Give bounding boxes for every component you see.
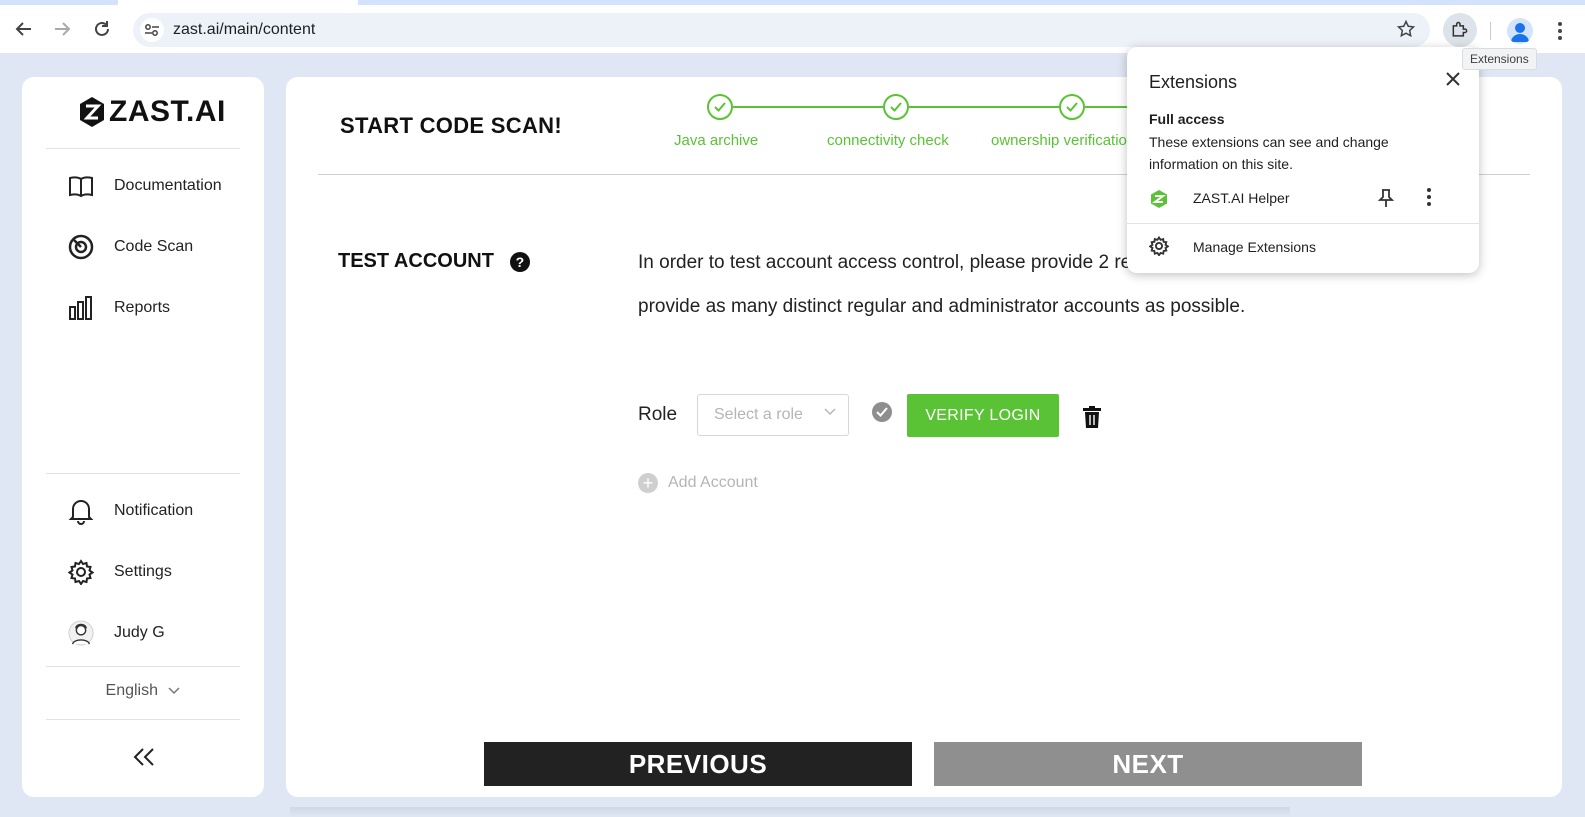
double-chevron-left-icon — [133, 748, 154, 766]
extensions-popup: Extensions Full access These extensions … — [1127, 47, 1479, 273]
sidebar-item-notification[interactable]: Notification — [68, 493, 193, 529]
profile-avatar[interactable] — [1507, 18, 1533, 44]
logo-text: ZAST.AI — [109, 95, 226, 128]
pin-icon[interactable] — [1377, 188, 1395, 208]
puzzle-icon — [1452, 21, 1468, 37]
sidebar-item-label: Notification — [114, 502, 194, 519]
bar-chart-icon — [68, 295, 94, 321]
sidebar-item-label: Code Scan — [114, 238, 194, 255]
add-account-button[interactable]: + Add Account — [638, 473, 758, 493]
reload-icon — [95, 21, 109, 36]
site-info-button[interactable] — [140, 18, 164, 42]
sidebar-divider — [46, 148, 240, 149]
sidebar-item-documentation[interactable]: Documentation — [68, 168, 222, 204]
step-label-ownership-verification: ownership verificatio — [991, 132, 1127, 149]
step-connector — [733, 106, 895, 108]
step-check-icon — [707, 94, 733, 120]
sidebar-divider — [46, 473, 240, 474]
previous-button[interactable]: PREVIOUS — [484, 742, 912, 786]
language-selector[interactable]: English — [22, 682, 264, 700]
sidebar: ZAST.AI Documentation Code Scan Reports … — [22, 77, 264, 797]
back-arrow-icon — [15, 22, 31, 36]
gear-icon — [1149, 236, 1169, 256]
chevron-down-icon — [168, 687, 180, 695]
sidebar-item-label: Settings — [114, 563, 172, 580]
add-account-label: Add Account — [668, 474, 758, 491]
verify-login-button[interactable]: VERIFY LOGIN — [907, 394, 1059, 437]
sidebar-divider — [46, 666, 240, 667]
reload-button[interactable] — [88, 15, 116, 43]
logo[interactable]: ZAST.AI — [78, 95, 226, 129]
step-label-java-archive: Java archive — [674, 132, 759, 149]
zast-logo-icon — [80, 97, 104, 127]
step-label-connectivity-check: connectivity check — [827, 132, 949, 149]
extensions-title: Extensions — [1149, 72, 1238, 92]
toolbar-separator — [1490, 22, 1491, 40]
forward-button[interactable] — [48, 15, 76, 43]
sidebar-divider — [46, 719, 240, 720]
manage-extensions-label: Manage Extensions — [1193, 239, 1316, 255]
url-text[interactable]: zast.ai/main/content — [173, 21, 315, 39]
browser-menu-button[interactable] — [1550, 19, 1570, 43]
full-access-description: These extensions can see and change info… — [1149, 134, 1389, 172]
check-circle-icon — [872, 402, 892, 422]
zast-helper-icon — [1151, 190, 1167, 208]
popup-divider — [1127, 223, 1479, 224]
section-title: TEST ACCOUNT ? — [338, 250, 530, 273]
plus-circle-icon: + — [638, 473, 658, 493]
scan-icon — [68, 234, 94, 260]
forward-arrow-icon — [55, 22, 71, 36]
person-icon — [1511, 23, 1529, 42]
step-connector — [909, 106, 1071, 108]
sidebar-item-label: Judy G — [114, 624, 165, 641]
extension-name: ZAST.AI Helper — [1193, 190, 1290, 206]
chevron-down-icon — [824, 408, 836, 415]
section-title-text: TEST ACCOUNT — [338, 250, 494, 272]
more-vert-icon — [1558, 22, 1562, 40]
book-icon — [68, 173, 94, 199]
next-button[interactable]: NEXT — [934, 742, 1362, 786]
extensions-button[interactable] — [1443, 13, 1477, 47]
bell-icon — [68, 498, 94, 525]
sidebar-item-profile[interactable]: Judy G — [68, 615, 165, 651]
role-select[interactable]: Select a role — [697, 394, 849, 436]
bottom-shadow — [290, 807, 1290, 817]
tune-icon — [145, 24, 159, 36]
sidebar-item-reports[interactable]: Reports — [68, 290, 170, 326]
sidebar-item-label: Reports — [114, 299, 171, 316]
extension-item-zast-helper[interactable]: ZAST.AI Helper — [1149, 187, 1459, 211]
page-title: START CODE SCAN! — [340, 113, 562, 138]
gear-icon — [68, 559, 94, 585]
help-icon[interactable]: ? — [509, 251, 530, 272]
extensions-tooltip: Extensions — [1462, 48, 1537, 70]
manage-extensions-button[interactable]: Manage Extensions — [1149, 236, 1316, 256]
role-placeholder: Select a role — [714, 406, 803, 423]
role-label: Role — [638, 404, 678, 425]
avatar — [68, 620, 94, 646]
sidebar-item-settings[interactable]: Settings — [68, 554, 172, 590]
trash-icon[interactable] — [1082, 406, 1102, 428]
full-access-heading: Full access — [1149, 111, 1225, 127]
address-bar[interactable]: zast.ai/main/content — [133, 13, 1430, 47]
language-label: English — [105, 682, 159, 699]
collapse-sidebar-button[interactable] — [130, 744, 158, 770]
sidebar-item-label: Documentation — [114, 177, 222, 194]
more-vert-icon[interactable] — [1427, 188, 1431, 206]
step-check-icon — [883, 94, 909, 120]
back-button[interactable] — [10, 15, 38, 43]
close-icon[interactable] — [1445, 71, 1461, 87]
bookmark-star-icon[interactable] — [1396, 19, 1416, 44]
step-check-icon — [1059, 94, 1085, 120]
sidebar-item-code-scan[interactable]: Code Scan — [68, 229, 193, 265]
